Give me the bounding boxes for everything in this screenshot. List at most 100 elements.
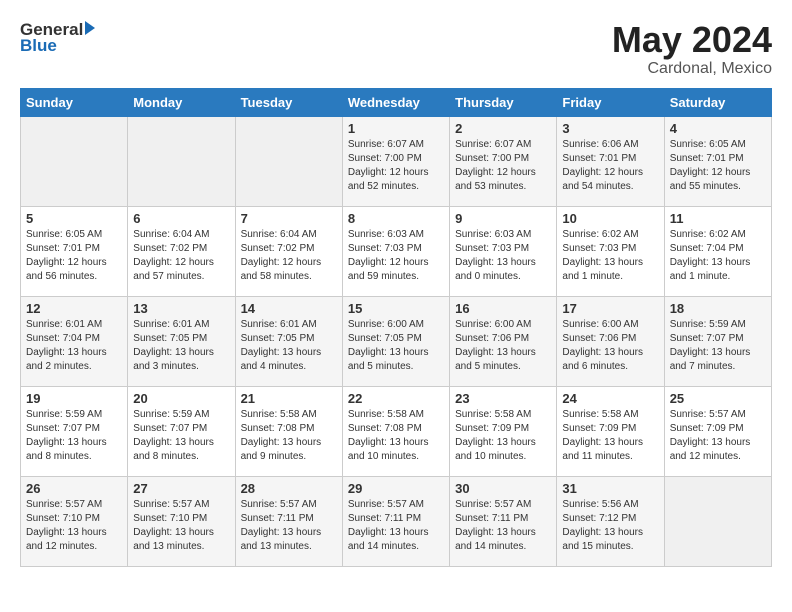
day-number: 31	[562, 481, 658, 496]
calendar-day-cell: 18 Sunrise: 5:59 AMSunset: 7:07 PMDayligh…	[664, 296, 771, 386]
day-number: 2	[455, 121, 551, 136]
logo-arrow-icon	[85, 21, 95, 35]
calendar-day-cell: 22 Sunrise: 5:58 AMSunset: 7:08 PMDayligh…	[342, 386, 449, 476]
day-number: 19	[26, 391, 122, 406]
day-number: 27	[133, 481, 229, 496]
title-block: May 2024 Cardonal, Mexico	[612, 20, 772, 78]
calendar-week-row: 26 Sunrise: 5:57 AMSunset: 7:10 PMDayligh…	[21, 476, 772, 566]
day-info: Sunrise: 5:57 AMSunset: 7:11 PMDaylight:…	[241, 498, 337, 554]
day-number: 3	[562, 121, 658, 136]
col-wednesday: Wednesday	[342, 88, 449, 116]
day-number: 23	[455, 391, 551, 406]
calendar-day-cell: 6 Sunrise: 6:04 AMSunset: 7:02 PMDaylight…	[128, 206, 235, 296]
logo: General Blue	[20, 20, 95, 56]
calendar-day-cell: 14 Sunrise: 6:01 AMSunset: 7:05 PMDayligh…	[235, 296, 342, 386]
day-info: Sunrise: 5:59 AMSunset: 7:07 PMDaylight:…	[133, 408, 229, 464]
day-number: 20	[133, 391, 229, 406]
day-info: Sunrise: 5:59 AMSunset: 7:07 PMDaylight:…	[670, 318, 766, 374]
day-info: Sunrise: 5:56 AMSunset: 7:12 PMDaylight:…	[562, 498, 658, 554]
calendar-day-cell: 21 Sunrise: 5:58 AMSunset: 7:08 PMDayligh…	[235, 386, 342, 476]
day-number: 12	[26, 301, 122, 316]
day-info: Sunrise: 5:57 AMSunset: 7:09 PMDaylight:…	[670, 408, 766, 464]
day-number: 17	[562, 301, 658, 316]
calendar-day-cell: 7Sunrise: 6:04 AMSunset: 7:02 PMDaylight…	[235, 206, 342, 296]
col-thursday: Thursday	[450, 88, 557, 116]
calendar-day-cell: 25 Sunrise: 5:57 AMSunset: 7:09 PMDayligh…	[664, 386, 771, 476]
day-number: 30	[455, 481, 551, 496]
day-number: 5	[26, 211, 122, 226]
calendar-day-cell: 9Sunrise: 6:03 AMSunset: 7:03 PMDaylight…	[450, 206, 557, 296]
day-info: Sunrise: 5:57 AMSunset: 7:10 PMDaylight:…	[26, 498, 122, 554]
day-number: 26	[26, 481, 122, 496]
day-info: Sunrise: 5:58 AMSunset: 7:08 PMDaylight:…	[241, 408, 337, 464]
day-info: Sunrise: 6:00 AMSunset: 7:06 PMDaylight:…	[562, 318, 658, 374]
calendar-day-cell	[128, 116, 235, 206]
day-info: Sunrise: 6:01 AMSunset: 7:05 PMDaylight:…	[241, 318, 337, 374]
day-number: 24	[562, 391, 658, 406]
calendar-day-cell: 23Sunrise: 5:58 AMSunset: 7:09 PMDayligh…	[450, 386, 557, 476]
day-info: Sunrise: 6:01 AMSunset: 7:04 PMDaylight:…	[26, 318, 122, 374]
day-info: Sunrise: 6:06 AMSunset: 7:01 PMDaylight:…	[562, 138, 658, 194]
day-info: Sunrise: 5:58 AMSunset: 7:08 PMDaylight:…	[348, 408, 444, 464]
calendar-day-cell: 11Sunrise: 6:02 AMSunset: 7:04 PMDayligh…	[664, 206, 771, 296]
calendar-day-cell: 1 Sunrise: 6:07 AMSunset: 7:00 PMDaylight…	[342, 116, 449, 206]
calendar-day-cell: 3 Sunrise: 6:06 AMSunset: 7:01 PMDaylight…	[557, 116, 664, 206]
day-number: 1	[348, 121, 444, 136]
day-info: Sunrise: 6:03 AMSunset: 7:03 PMDaylight:…	[348, 228, 444, 284]
logo-blue: Blue	[20, 36, 57, 56]
day-number: 6	[133, 211, 229, 226]
calendar-day-cell: 4 Sunrise: 6:05 AMSunset: 7:01 PMDaylight…	[664, 116, 771, 206]
col-tuesday: Tuesday	[235, 88, 342, 116]
day-info: Sunrise: 5:57 AMSunset: 7:10 PMDaylight:…	[133, 498, 229, 554]
day-info: Sunrise: 6:01 AMSunset: 7:05 PMDaylight:…	[133, 318, 229, 374]
calendar-day-cell: 8 Sunrise: 6:03 AMSunset: 7:03 PMDaylight…	[342, 206, 449, 296]
day-info: Sunrise: 6:02 AMSunset: 7:04 PMDaylight:…	[670, 228, 766, 284]
day-number: 14	[241, 301, 337, 316]
day-info: Sunrise: 5:57 AMSunset: 7:11 PMDaylight:…	[455, 498, 551, 554]
calendar-day-cell: 17 Sunrise: 6:00 AMSunset: 7:06 PMDayligh…	[557, 296, 664, 386]
day-number: 18	[670, 301, 766, 316]
calendar-day-cell: 15Sunrise: 6:00 AMSunset: 7:05 PMDayligh…	[342, 296, 449, 386]
calendar-week-row: 5 Sunrise: 6:05 AMSunset: 7:01 PMDaylight…	[21, 206, 772, 296]
calendar-day-cell	[664, 476, 771, 566]
calendar-week-row: 1 Sunrise: 6:07 AMSunset: 7:00 PMDaylight…	[21, 116, 772, 206]
day-info: Sunrise: 6:07 AMSunset: 7:00 PMDaylight:…	[348, 138, 444, 194]
day-number: 16	[455, 301, 551, 316]
calendar-day-cell: 20 Sunrise: 5:59 AMSunset: 7:07 PMDayligh…	[128, 386, 235, 476]
calendar-day-cell: 13Sunrise: 6:01 AMSunset: 7:05 PMDayligh…	[128, 296, 235, 386]
day-number: 25	[670, 391, 766, 406]
day-number: 7	[241, 211, 337, 226]
day-info: Sunrise: 5:57 AMSunset: 7:11 PMDaylight:…	[348, 498, 444, 554]
calendar-day-cell: 26 Sunrise: 5:57 AMSunset: 7:10 PMDayligh…	[21, 476, 128, 566]
month-year-title: May 2024	[612, 20, 772, 60]
calendar-day-cell: 5 Sunrise: 6:05 AMSunset: 7:01 PMDaylight…	[21, 206, 128, 296]
day-number: 10	[562, 211, 658, 226]
day-number: 29	[348, 481, 444, 496]
day-info: Sunrise: 6:05 AMSunset: 7:01 PMDaylight:…	[670, 138, 766, 194]
day-number: 4	[670, 121, 766, 136]
day-info: Sunrise: 6:03 AMSunset: 7:03 PMDaylight:…	[455, 228, 551, 284]
calendar-table: Sunday Monday Tuesday Wednesday Thursday…	[20, 88, 772, 567]
day-number: 22	[348, 391, 444, 406]
day-info: Sunrise: 6:07 AMSunset: 7:00 PMDaylight:…	[455, 138, 551, 194]
day-info: Sunrise: 6:02 AMSunset: 7:03 PMDaylight:…	[562, 228, 658, 284]
day-number: 8	[348, 211, 444, 226]
calendar-body: 1 Sunrise: 6:07 AMSunset: 7:00 PMDaylight…	[21, 116, 772, 566]
col-sunday: Sunday	[21, 88, 128, 116]
calendar-day-cell: 29 Sunrise: 5:57 AMSunset: 7:11 PMDayligh…	[342, 476, 449, 566]
logo-wrapper: General Blue	[20, 20, 95, 56]
calendar-week-row: 12 Sunrise: 6:01 AMSunset: 7:04 PMDayligh…	[21, 296, 772, 386]
calendar-day-cell: 27 Sunrise: 5:57 AMSunset: 7:10 PMDayligh…	[128, 476, 235, 566]
calendar-day-cell: 16Sunrise: 6:00 AMSunset: 7:06 PMDayligh…	[450, 296, 557, 386]
calendar-day-cell: 19 Sunrise: 5:59 AMSunset: 7:07 PMDayligh…	[21, 386, 128, 476]
calendar-day-cell: 31 Sunrise: 5:56 AMSunset: 7:12 PMDayligh…	[557, 476, 664, 566]
calendar-day-cell	[235, 116, 342, 206]
col-saturday: Saturday	[664, 88, 771, 116]
day-number: 21	[241, 391, 337, 406]
col-friday: Friday	[557, 88, 664, 116]
calendar-week-row: 19 Sunrise: 5:59 AMSunset: 7:07 PMDayligh…	[21, 386, 772, 476]
day-info: Sunrise: 5:58 AMSunset: 7:09 PMDaylight:…	[562, 408, 658, 464]
day-info: Sunrise: 6:04 AMSunset: 7:02 PMDaylight:…	[133, 228, 229, 284]
day-info: Sunrise: 5:59 AMSunset: 7:07 PMDaylight:…	[26, 408, 122, 464]
day-info: Sunrise: 6:05 AMSunset: 7:01 PMDaylight:…	[26, 228, 122, 284]
